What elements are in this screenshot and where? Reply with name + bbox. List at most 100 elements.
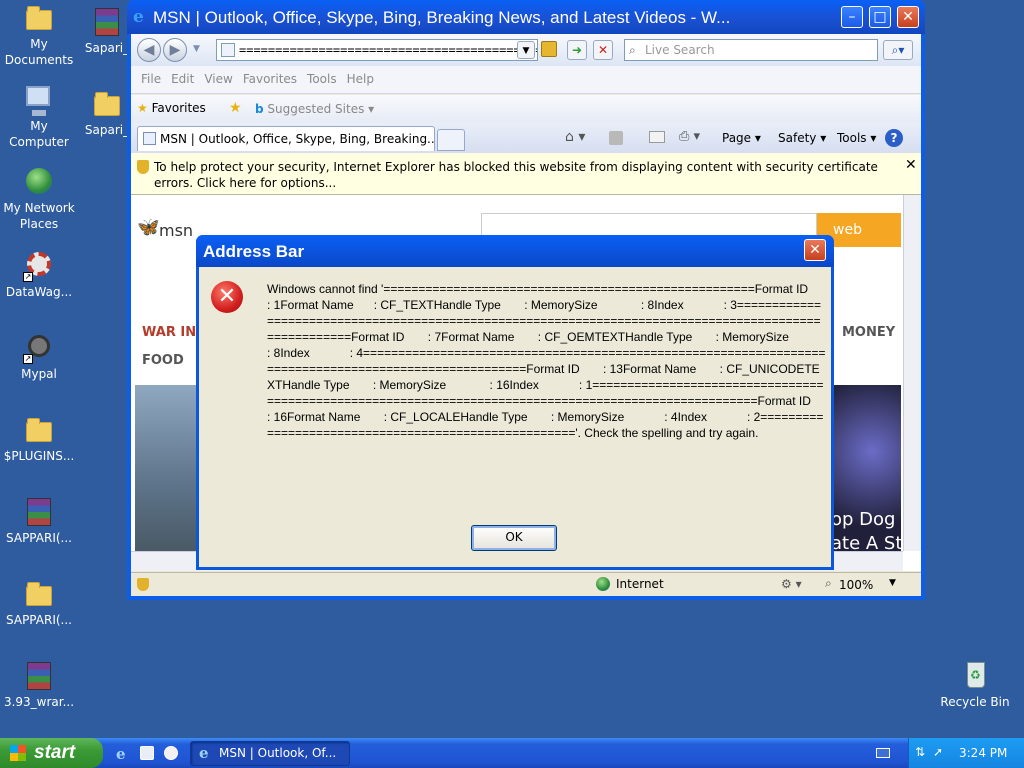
dialog-title: Address Bar <box>203 242 305 261</box>
address-dropdown-button[interactable]: ▼ <box>517 41 535 59</box>
nav-war[interactable]: WAR IN <box>142 325 196 340</box>
dialog-close-button[interactable]: ✕ <box>804 239 826 261</box>
go-button[interactable]: ➜ <box>567 40 587 60</box>
favorites-bar: ★ Favorites ★ b Suggested Sites ▾ <box>131 95 921 123</box>
close-button[interactable]: ✕ <box>897 6 919 28</box>
home-icon[interactable]: ⌂ ▾ <box>565 129 585 145</box>
desktop-icon-label: My Network Places <box>3 201 75 231</box>
ie-titlebar[interactable]: e MSN | Outlook, Office, Skype, Bing, Br… <box>127 0 925 34</box>
page-menu-button[interactable]: Page ▾ <box>722 131 761 145</box>
address-bar-error-dialog: Address Bar ✕ ✕ Windows cannot find '===… <box>196 235 834 570</box>
quicklaunch-ie-icon[interactable]: e <box>116 745 126 763</box>
zoom-level[interactable]: 100% <box>839 578 873 592</box>
search-go-button[interactable]: ⌕▾ <box>883 40 913 60</box>
shield-warning-icon <box>137 160 149 174</box>
menu-file[interactable]: File <box>141 72 161 86</box>
dialog-body: ✕ Windows cannot find '=================… <box>199 267 831 567</box>
desktop-icon-datawag[interactable]: ↗ DataWag... <box>0 250 78 300</box>
dialog-titlebar[interactable]: Address Bar ✕ <box>196 235 834 267</box>
desktop-icon-label: Recycle Bin <box>940 695 1010 709</box>
menu-bar: File Edit View Favorites Tools Help <box>131 66 921 94</box>
menu-help[interactable]: Help <box>347 72 374 86</box>
security-information-bar[interactable]: To help protect your security, Internet … <box>131 153 921 195</box>
desktop-icon-sappari-rar[interactable]: SAPPARI(... <box>0 496 78 546</box>
desktop-icon-recycle-bin[interactable]: Recycle Bin <box>936 660 1014 710</box>
menu-view[interactable]: View <box>204 72 232 86</box>
protected-mode-icon[interactable]: ⚙ ▾ <box>781 577 802 591</box>
desktop-icon-sapari-rar[interactable]: Sapari_ <box>82 6 132 56</box>
help-icon[interactable]: ? <box>885 129 903 147</box>
certificate-lock-icon[interactable] <box>541 41 557 57</box>
clock[interactable]: 3:24 PM <box>959 746 1007 760</box>
stop-button[interactable]: ✕ <box>593 40 613 60</box>
address-input[interactable]: ========================================… <box>216 39 538 61</box>
desktop-icon-label: SAPPARI(... <box>6 613 72 627</box>
desktop-icon-label: 3.93_wrar... <box>3 695 75 709</box>
desktop-icon-plugins[interactable]: $PLUGINS... <box>0 414 78 464</box>
desktop-icon-my-computer[interactable]: My Computer <box>0 84 78 150</box>
maximize-button[interactable]: □ <box>869 6 891 28</box>
desktop-icon-label: Mypal <box>21 367 57 381</box>
safety-menu-button[interactable]: Safety ▾ <box>778 131 826 145</box>
navigation-bar: ◀ ▶ ▼ ==================================… <box>131 34 921 66</box>
favorites-button[interactable]: ★ Favorites <box>137 101 206 115</box>
folder-icon <box>94 92 120 116</box>
start-button[interactable]: start <box>0 738 103 768</box>
recent-pages-dropdown[interactable]: ▼ <box>193 44 200 54</box>
desktop-icon-my-network-places[interactable]: My Network Places <box>0 166 78 232</box>
windows-logo-icon <box>10 745 26 761</box>
feeds-icon[interactable] <box>609 131 623 145</box>
desktop-icon-label: My Computer <box>9 119 69 149</box>
read-mail-icon[interactable] <box>649 131 665 143</box>
tab-msn[interactable]: MSN | Outlook, Office, Skype, Bing, Brea… <box>137 126 435 151</box>
start-label: start <box>34 742 76 763</box>
desktop-icon-my-documents[interactable]: My Documents <box>0 2 78 68</box>
shortcut-arrow-icon: ↗ <box>23 272 33 282</box>
desktop-icon-mypal[interactable]: ↗ Mypal <box>0 332 78 382</box>
menu-tools[interactable]: Tools <box>307 72 337 86</box>
quicklaunch-media-icon[interactable] <box>164 746 178 760</box>
winrar-icon <box>27 662 51 690</box>
zoom-dropdown[interactable]: ▼ <box>889 578 896 588</box>
ok-button[interactable]: OK <box>471 525 557 551</box>
tab-bar: MSN | Outlook, Office, Skype, Bing, Brea… <box>131 123 921 153</box>
back-button[interactable]: ◀ <box>137 38 161 62</box>
shortcut-arrow-icon: ↗ <box>23 354 33 364</box>
ie-window-title: MSN | Outlook, Office, Skype, Bing, Brea… <box>153 8 731 27</box>
print-icon[interactable]: ⎙ ▾ <box>679 129 700 144</box>
ie-taskbar-icon: e <box>199 744 209 762</box>
network-globe-icon <box>26 168 52 194</box>
nav-food[interactable]: FOOD <box>142 353 184 368</box>
desktop-icon-wrar-installer[interactable]: 3.93_wrar... <box>0 660 78 710</box>
new-tab-button[interactable] <box>437 129 465 151</box>
folder-icon <box>26 6 52 30</box>
security-zone[interactable]: Internet <box>616 577 664 591</box>
desktop-icon-label: $PLUGINS... <box>3 449 75 463</box>
suggested-sites-button[interactable]: b Suggested Sites ▾ <box>255 102 374 116</box>
zone-globe-icon <box>596 577 610 591</box>
desktop-icon-sapari-folder[interactable]: Sapari_ <box>82 88 132 138</box>
msn-logo[interactable]: msn <box>159 221 193 240</box>
infobar-close-icon[interactable]: ✕ <box>905 157 917 173</box>
nav-money[interactable]: MONEY <box>842 325 895 340</box>
news-image-left[interactable] <box>135 385 199 551</box>
tray-network-icon[interactable]: ⇅ <box>915 745 925 759</box>
headline-line-1[interactable]: op Dog <box>831 509 901 530</box>
forward-button[interactable]: ▶ <box>163 38 187 62</box>
vertical-scrollbar[interactable] <box>903 195 921 551</box>
tools-menu-button[interactable]: Tools ▾ <box>837 131 876 145</box>
add-favorite-icon[interactable]: ★ <box>229 100 242 116</box>
quicklaunch-desktop-icon[interactable] <box>140 746 154 760</box>
tray-rocket-icon[interactable]: ➚ <box>933 745 943 759</box>
menu-edit[interactable]: Edit <box>171 72 194 86</box>
taskbar-item-ie[interactable]: e MSN | Outlook, Of... <box>190 741 350 766</box>
error-icon: ✕ <box>211 281 243 313</box>
msn-butterfly-icon: 🦋 <box>137 217 160 238</box>
minimize-button[interactable]: – <box>841 6 863 28</box>
search-input[interactable]: ⌕ Live Search <box>624 39 878 61</box>
keyboard-layout-icon[interactable] <box>876 748 890 758</box>
taskbar: start e e MSN | Outlook, Of... ⇅ ➚ 3:24 … <box>0 738 1024 768</box>
desktop-icon-sappari-folder[interactable]: SAPPARI(... <box>0 578 78 628</box>
search-icon: ⌕ <box>629 43 636 57</box>
menu-favorites[interactable]: Favorites <box>243 72 297 86</box>
